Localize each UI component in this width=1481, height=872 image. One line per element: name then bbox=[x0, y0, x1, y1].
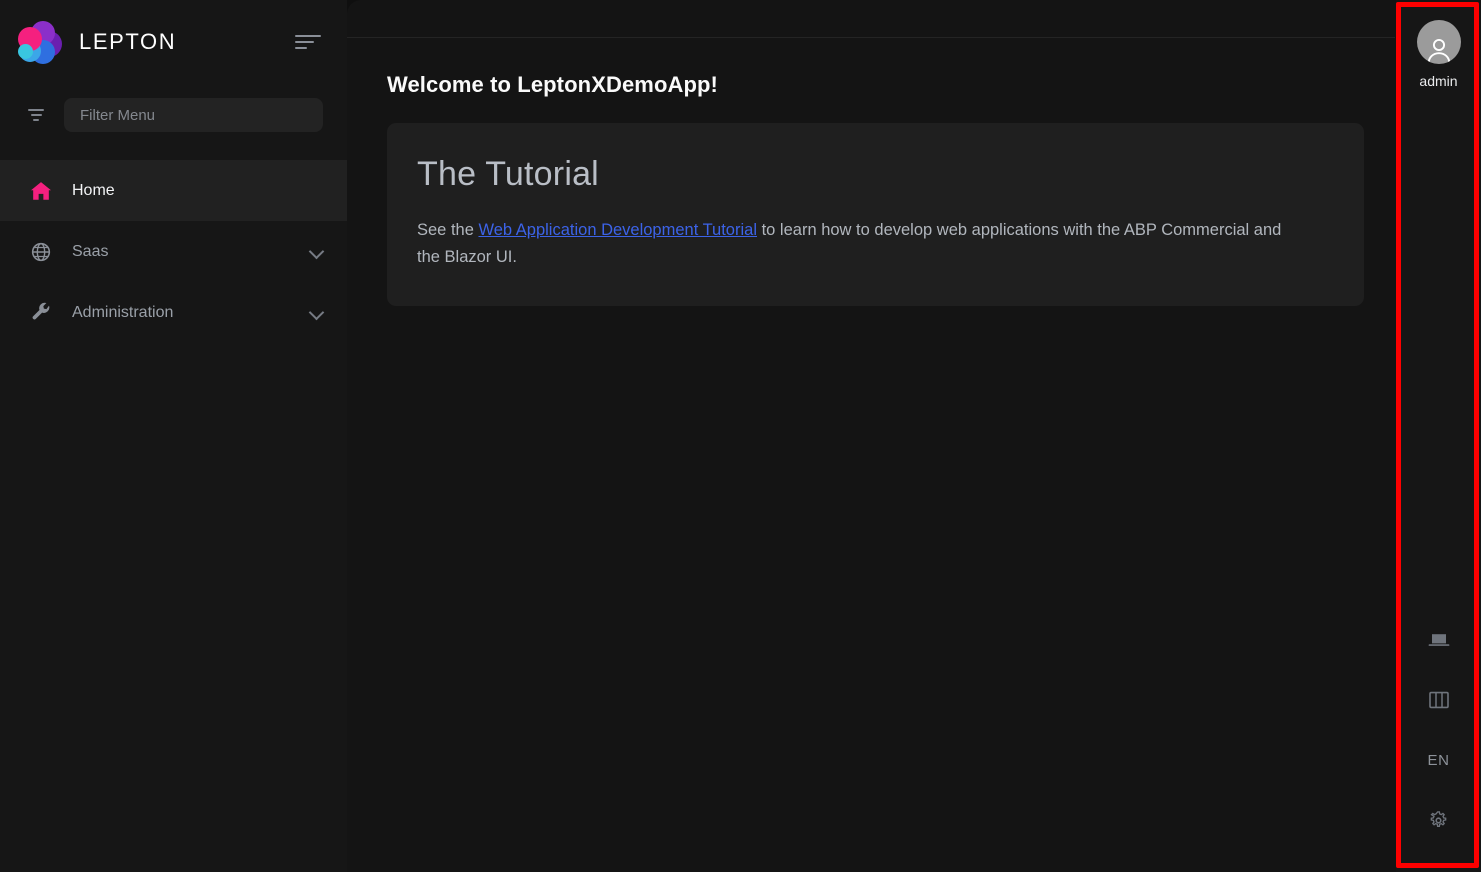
chevron-down-icon[interactable] bbox=[310, 245, 323, 258]
tutorial-link[interactable]: Web Application Development Tutorial bbox=[478, 221, 757, 239]
sidebar-item-home[interactable]: Home bbox=[0, 160, 347, 221]
columns-layout-icon[interactable] bbox=[1409, 670, 1469, 730]
right-sidebar-tools: EN bbox=[1409, 610, 1469, 872]
gear-icon[interactable] bbox=[1409, 790, 1469, 850]
sidebar-item-label: Home bbox=[72, 181, 115, 199]
main-content-area: Welcome to LeptonXDemoApp! The Tutorial … bbox=[347, 0, 1481, 872]
laptop-icon[interactable] bbox=[1409, 610, 1469, 670]
sidebar-item-administration[interactable]: Administration bbox=[0, 282, 347, 343]
card-text-before: See the bbox=[417, 221, 479, 239]
brand-name: LEPTON bbox=[79, 29, 177, 54]
chevron-down-icon[interactable] bbox=[310, 306, 323, 319]
sidebar-item-saas[interactable]: Saas bbox=[0, 221, 347, 282]
card-body-text: See the Web Application Development Tuto… bbox=[417, 217, 1285, 270]
language-label: EN bbox=[1427, 751, 1450, 769]
user-avatar-icon[interactable] bbox=[1416, 20, 1461, 64]
filter-row bbox=[0, 84, 347, 146]
right-sidebar: admin EN bbox=[1396, 0, 1481, 872]
sidebar-item-label: Administration bbox=[72, 303, 174, 321]
app-window: LEPTON Home bbox=[0, 0, 1481, 872]
wrench-icon bbox=[28, 302, 54, 323]
brand-row: LEPTON bbox=[0, 0, 347, 84]
lepton-logo-icon bbox=[18, 20, 62, 64]
left-sidebar: LEPTON Home bbox=[0, 0, 347, 872]
sidebar-nav: Home Saas Administration bbox=[0, 160, 347, 343]
hamburger-menu-icon[interactable] bbox=[295, 27, 325, 57]
tutorial-card: The Tutorial See the Web Application Dev… bbox=[387, 123, 1364, 307]
language-selector[interactable]: EN bbox=[1409, 730, 1469, 790]
sidebar-item-label: Saas bbox=[72, 242, 109, 260]
filter-menu-input[interactable] bbox=[64, 98, 323, 132]
page-title: Welcome to LeptonXDemoApp! bbox=[387, 72, 718, 97]
user-name-label: admin bbox=[1419, 73, 1458, 89]
content-body: Welcome to LeptonXDemoApp! The Tutorial … bbox=[347, 38, 1481, 307]
home-icon bbox=[28, 181, 54, 201]
filter-funnel-icon[interactable] bbox=[26, 107, 46, 123]
card-title: The Tutorial bbox=[417, 155, 599, 193]
globe-icon bbox=[28, 242, 54, 262]
top-bar bbox=[347, 0, 1395, 38]
user-profile-block[interactable]: admin bbox=[1416, 20, 1461, 89]
